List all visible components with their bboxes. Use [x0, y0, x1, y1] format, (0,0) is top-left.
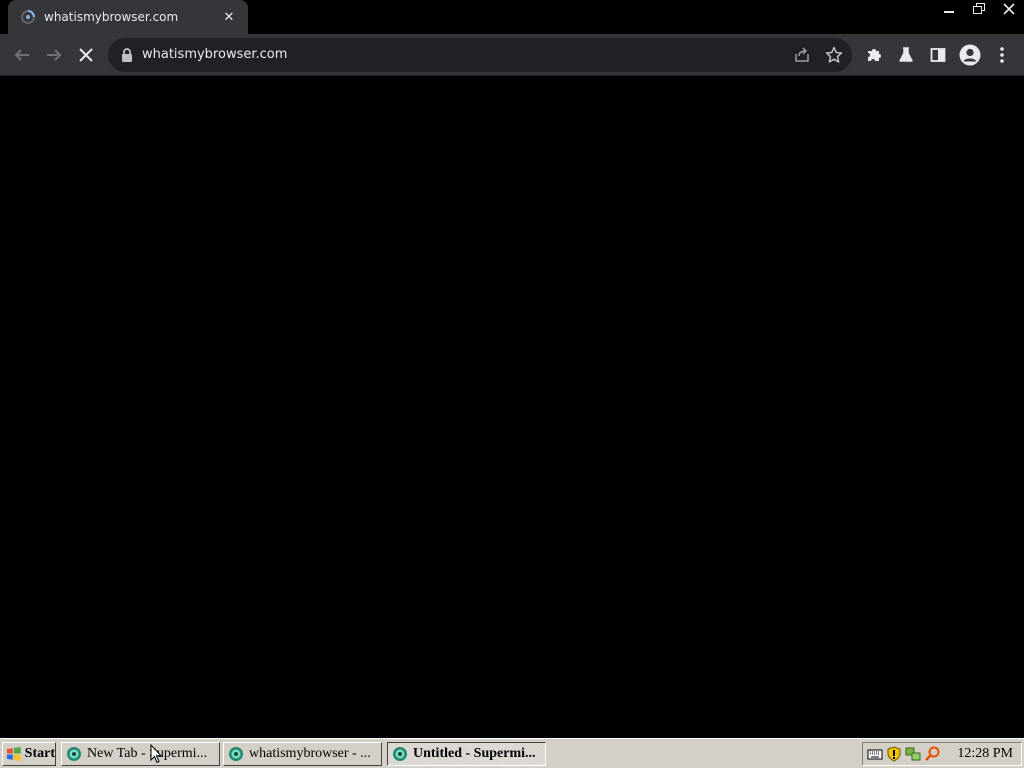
extensions-button[interactable] [858, 39, 890, 71]
taskbar-button-label: Untitled - Supermi... [413, 746, 536, 761]
kebab-menu-icon [1000, 47, 1004, 63]
browser-menu-button[interactable] [986, 39, 1018, 71]
browser-app-icon [229, 747, 243, 761]
window-controls [934, 0, 1024, 20]
network-icon[interactable] [905, 746, 921, 762]
puzzle-icon [868, 49, 881, 61]
start-button[interactable]: Start [2, 742, 56, 766]
clock[interactable]: 12:28 PM [957, 746, 1013, 762]
tab-close-button[interactable]: ✕ [220, 8, 238, 26]
url-text: whatismybrowser.com [142, 47, 288, 62]
stop-button[interactable] [70, 39, 102, 71]
side-panel-icon [930, 48, 946, 62]
minimize-icon [944, 11, 954, 13]
shield-icon[interactable] [886, 746, 902, 762]
taskbar-button-new-tab[interactable]: New Tab - Supermi... [61, 742, 220, 766]
back-button[interactable] [6, 39, 38, 71]
stop-x-icon [79, 48, 93, 62]
taskbar-button-label: New Tab - Supermi... [87, 746, 208, 761]
restore-icon [973, 3, 985, 14]
avatar-icon [959, 44, 981, 66]
screen: whatismybrowser.com ✕ whatismybrowser.co… [0, 0, 1024, 768]
restore-button[interactable] [964, 0, 994, 18]
share-button[interactable] [788, 41, 816, 69]
close-window-button[interactable] [994, 0, 1024, 18]
taskbar-button-label: whatismybrowser - ... [249, 746, 371, 761]
browser-toolbar: whatismybrowser.com [0, 34, 1024, 76]
mouse-cursor-icon [150, 744, 162, 764]
flask-icon [899, 47, 913, 62]
minimize-button[interactable] [934, 0, 964, 18]
bookmark-button[interactable] [820, 41, 848, 69]
arrow-left-icon [14, 49, 29, 61]
start-label: Start [24, 746, 55, 761]
windows-logo-icon [6, 747, 21, 761]
page-viewport[interactable] [0, 77, 1024, 738]
browser-app-icon [393, 747, 407, 761]
star-icon [825, 46, 843, 63]
browser-app-icon [67, 747, 81, 761]
search-icon[interactable] [924, 746, 940, 762]
taskbar-button-untitled[interactable]: Untitled - Supermi... [387, 742, 546, 766]
close-icon [1003, 3, 1015, 15]
tab-title: whatismybrowser.com [44, 10, 179, 24]
side-panel-button[interactable] [922, 39, 954, 71]
arrow-right-icon [47, 49, 62, 61]
system-tray: 12:28 PM [862, 742, 1022, 766]
keyboard-icon[interactable] [867, 746, 883, 762]
labs-button[interactable] [890, 39, 922, 71]
share-icon [795, 47, 809, 62]
browser-tab[interactable]: whatismybrowser.com ✕ [8, 0, 248, 34]
address-bar[interactable]: whatismybrowser.com [108, 38, 852, 72]
loading-spinner-icon [21, 10, 35, 24]
taskbar-button-whatismybrowser[interactable]: whatismybrowser - ... [223, 742, 382, 766]
lock-icon[interactable] [120, 47, 134, 63]
tab-strip: whatismybrowser.com ✕ [0, 0, 1024, 34]
forward-button[interactable] [38, 39, 70, 71]
profile-button[interactable] [954, 39, 986, 71]
